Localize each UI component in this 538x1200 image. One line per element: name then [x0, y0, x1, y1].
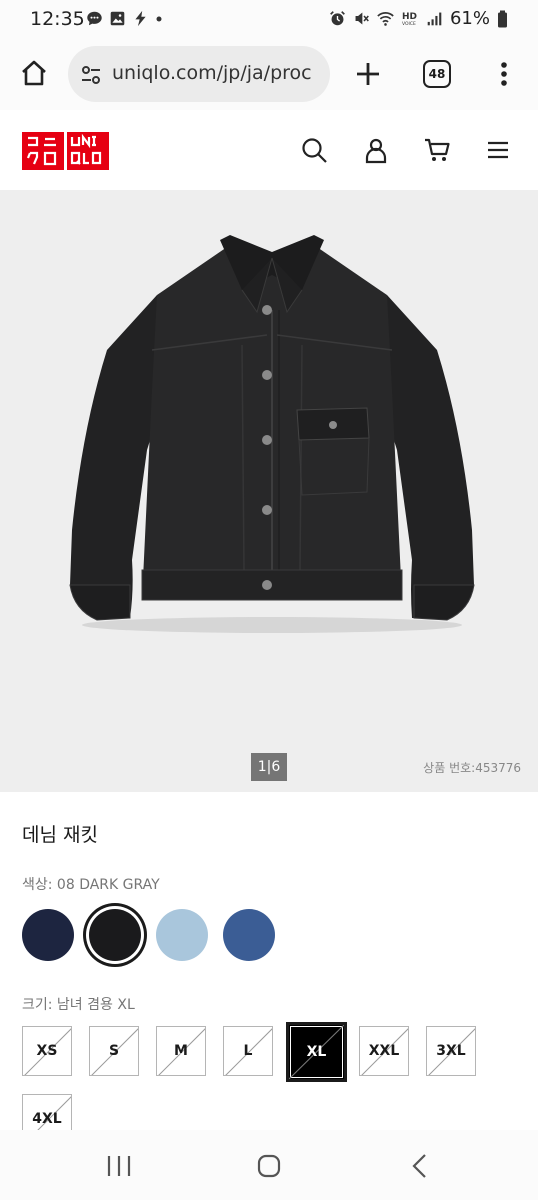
battery-icon: [498, 10, 507, 27]
color-label: 색상: 08 DARK GRAY: [22, 877, 160, 893]
image-counter: 1|6: [251, 753, 287, 781]
size-label: 크기: 남녀 겸용 XL: [22, 997, 135, 1013]
alarm-icon: [330, 11, 345, 26]
account-icon[interactable]: [362, 136, 390, 164]
recent-apps-icon[interactable]: [104, 1152, 134, 1180]
uniqlo-logo-latin: [67, 132, 109, 170]
signal-icon: [427, 12, 442, 26]
hamburger-menu-icon[interactable]: [484, 136, 512, 164]
size-option-label: XL: [306, 1044, 327, 1060]
size-option-xs[interactable]: XS: [22, 1026, 72, 1076]
wifi-icon: [377, 12, 394, 26]
dot-icon: [156, 16, 162, 22]
tab-switcher-button[interactable]: 48: [423, 60, 451, 88]
more-vert-icon[interactable]: [492, 58, 516, 90]
back-icon[interactable]: [405, 1152, 435, 1180]
svg-text:HD: HD: [402, 12, 417, 22]
svg-text:VOICE: VOICE: [402, 21, 416, 27]
home-icon[interactable]: [18, 57, 50, 89]
size-option-label: XS: [36, 1043, 58, 1059]
image-icon: [110, 11, 125, 26]
size-option-xl[interactable]: XL: [286, 1022, 347, 1082]
color-swatch-blue[interactable]: [223, 909, 275, 961]
status-bar: 12:35 HD VOICE 61%: [0, 0, 538, 38]
system-navigation-bar: [0, 1130, 538, 1200]
uniqlo-logo-katakana: [22, 132, 64, 170]
size-option-xxl[interactable]: XXL: [359, 1026, 409, 1076]
hd-voice-icon: HDVOICE: [402, 12, 417, 27]
battery-percentage: 61%: [449, 8, 490, 29]
url-text[interactable]: uniqlo.com/jp/ja/proc: [112, 62, 312, 84]
size-option-label: L: [243, 1043, 253, 1059]
denim-jacket-image: [69, 235, 475, 633]
browser-toolbar: uniqlo.com/jp/ja/proc 48: [0, 38, 538, 110]
color-swatch-dark-gray[interactable]: [89, 909, 141, 961]
product-image-carousel[interactable]: 1|6 상품 번호:453776: [0, 190, 538, 792]
size-option-label: 3XL: [436, 1043, 466, 1059]
cart-icon[interactable]: [423, 136, 451, 164]
address-bar[interactable]: uniqlo.com/jp/ja/proc: [68, 46, 330, 102]
size-option-label: XXL: [368, 1043, 400, 1059]
search-icon[interactable]: [300, 136, 328, 164]
chat-bubble-icon: [87, 11, 102, 26]
size-option-label: S: [108, 1043, 120, 1059]
size-option-s[interactable]: S: [89, 1026, 139, 1076]
status-system-icons: HD VOICE 61%: [329, 8, 508, 29]
plus-icon[interactable]: [352, 58, 384, 90]
product-code: 상품 번호:453776: [423, 761, 521, 775]
color-swatch-navy[interactable]: [22, 909, 74, 961]
size-option-m[interactable]: M: [156, 1026, 206, 1076]
mute-icon: [355, 12, 369, 25]
lightning-icon: [135, 10, 146, 27]
size-option-label: M: [174, 1043, 188, 1059]
color-swatch-light-blue[interactable]: [156, 909, 208, 961]
size-option-label: 4XL: [32, 1111, 62, 1127]
status-time: 12:35: [30, 8, 85, 30]
size-option-3xl[interactable]: 3XL: [426, 1026, 476, 1076]
site-settings-icon[interactable]: [80, 64, 102, 86]
product-name: 데님 재킷: [22, 824, 98, 846]
size-option-l[interactable]: L: [223, 1026, 273, 1076]
site-header: [0, 110, 538, 190]
status-notification-icons: [86, 10, 163, 27]
home-button-icon[interactable]: [254, 1152, 284, 1180]
color-swatches: [22, 906, 322, 964]
uniqlo-logo[interactable]: [22, 132, 110, 170]
